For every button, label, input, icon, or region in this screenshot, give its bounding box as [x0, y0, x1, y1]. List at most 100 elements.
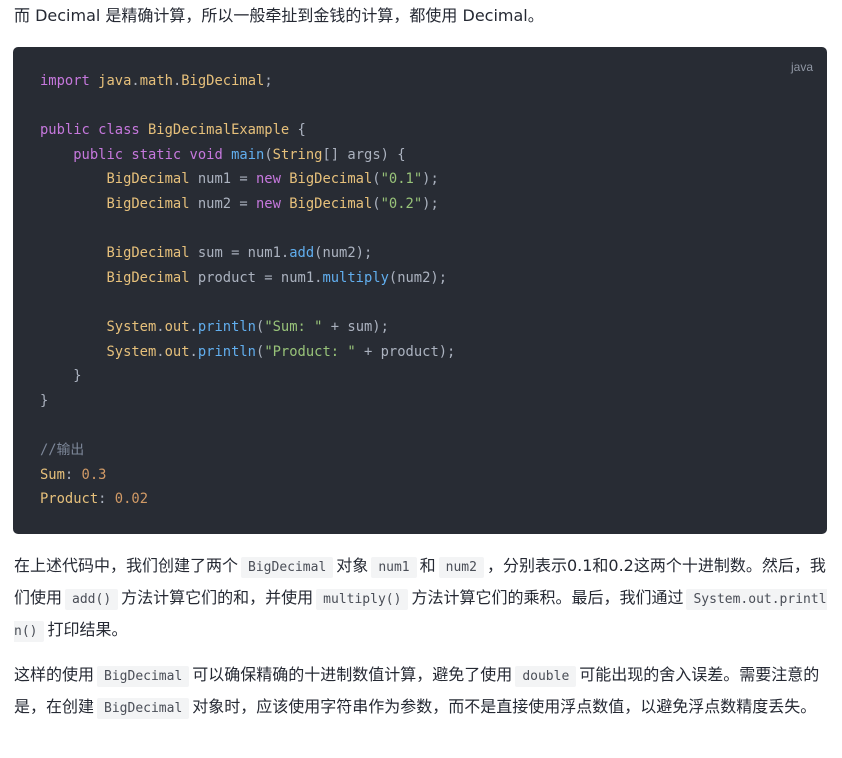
- code-line: BigDecimal product = num1.multiply(num2)…: [40, 266, 455, 291]
- code-token: :: [98, 491, 115, 508]
- code-line: import java.math.BigDecimal;: [40, 69, 455, 94]
- code-token: );: [422, 171, 439, 188]
- code-line: BigDecimal sum = num1.add(num2);: [40, 241, 455, 266]
- code-token: BigDecimal: [106, 171, 190, 188]
- code-token: println: [197, 343, 256, 360]
- code-token: math: [139, 73, 173, 89]
- code-token: .: [131, 73, 140, 89]
- code-token: import: [40, 73, 99, 89]
- explanation-paragraph-2: 这样的使用 BigDecimal 可以确保精确的十进制数值计算，避免了使用 doubl…: [14, 660, 828, 724]
- inline-code: num1: [371, 557, 417, 578]
- code-token: (num2);: [314, 245, 373, 262]
- code-line: public static void main(String[] args) {: [40, 143, 455, 168]
- code-token: java: [98, 73, 132, 89]
- inline-code: add(): [65, 589, 119, 610]
- code-token: .: [156, 343, 165, 360]
- code-token: BigDecimal: [106, 269, 190, 286]
- code-token: "Sum: ": [264, 318, 323, 335]
- code-token: out: [164, 318, 190, 335]
- code-token: ;: [264, 73, 273, 89]
- inline-code: double: [515, 666, 577, 687]
- code-token: BigDecimal: [181, 73, 265, 89]
- paragraph-text: 在上述代码中，我们创建了两个: [14, 556, 239, 575]
- code-token: new: [255, 171, 290, 188]
- code-token: public: [40, 122, 99, 139]
- code-token: main: [231, 146, 265, 163]
- code-token: .: [189, 343, 198, 360]
- code-token: .: [156, 318, 165, 335]
- code-line: }: [40, 389, 455, 414]
- intro-paragraph: 而 Decimal 是精确计算，所以一般牵扯到金钱的计算，都使用 Decimal…: [14, 6, 544, 25]
- code-line: public class BigDecimalExample {: [40, 118, 455, 143]
- code-token: + product);: [355, 343, 456, 360]
- code-token: sum = num1.: [189, 245, 290, 262]
- code-token: println: [197, 318, 256, 335]
- code-token: BigDecimal: [106, 195, 190, 212]
- inline-code: BigDecimal: [241, 557, 334, 578]
- code-line: BigDecimal num1 = new BigDecimal("0.1");: [40, 167, 455, 192]
- code-line: BigDecimal num2 = new BigDecimal("0.2");: [40, 192, 455, 217]
- code-token: "0.1": [380, 171, 423, 188]
- paragraph-text: 对象: [336, 556, 369, 575]
- code-token: num1 =: [189, 171, 256, 188]
- code-token: class: [98, 122, 148, 139]
- paragraph-text: 方法计算它们的和，并使用: [121, 588, 314, 607]
- code-line: System.out.println("Sum: " + sum);: [40, 315, 455, 340]
- code-token: public: [73, 146, 132, 163]
- code-token: static: [131, 146, 190, 163]
- code-token: }: [40, 368, 82, 385]
- article-page: 而 Decimal 是精确计算，所以一般牵扯到金钱的计算，都使用 Decimal…: [0, 0, 842, 758]
- code-token: BigDecimal: [289, 195, 373, 212]
- code-token: multiply: [322, 269, 389, 286]
- paragraph-text: 方法计算它们的乘积。最后，我们通过: [411, 588, 684, 607]
- code-token: 0.3: [81, 466, 107, 483]
- code-language-label: java: [790, 60, 813, 74]
- code-token: .: [172, 73, 182, 89]
- code-token: String: [272, 146, 323, 163]
- inline-code: BigDecimal: [97, 666, 190, 687]
- code-token: :: [64, 466, 82, 483]
- code-token: 0.02: [114, 491, 149, 508]
- code-token: "0.2": [380, 195, 423, 212]
- paragraph-text: 和: [419, 556, 436, 575]
- code-content[interactable]: import java.math.BigDecimal; public class…: [40, 69, 455, 512]
- code-token: (num2);: [388, 269, 448, 286]
- code-token: num2 =: [189, 195, 256, 212]
- code-block[interactable]: java import java.math.BigDecimal; public …: [13, 47, 827, 534]
- code-token: BigDecimal: [289, 171, 373, 188]
- explanation-paragraph-1: 在上述代码中，我们创建了两个 BigDecimal 对象 num1 和 num2 ，分别表示…: [14, 551, 828, 647]
- code-token: .: [189, 318, 198, 335]
- code-token: Sum: [40, 466, 65, 483]
- code-token: BigDecimal: [106, 245, 190, 262]
- paragraph-text: 这样的使用: [14, 665, 95, 684]
- code-line: Sum: 0.3: [40, 463, 455, 488]
- code-token: );: [422, 195, 439, 212]
- inline-code: num2: [438, 557, 484, 578]
- code-token: "Product: ": [264, 343, 356, 360]
- code-token: + sum);: [322, 318, 389, 335]
- code-token: out: [164, 343, 190, 360]
- code-token: void: [189, 146, 232, 163]
- code-line: Product: 0.02: [40, 487, 455, 512]
- paragraph-text: 对象时，应该使用字符串作为参数，而不是直接使用浮点数值，以避免浮点数精度丢失。: [192, 697, 817, 716]
- code-token: new: [255, 195, 290, 212]
- code-token: (: [372, 195, 381, 212]
- code-token: (: [372, 171, 381, 188]
- paragraph-text: 可以确保精确的十进制数值计算，避免了使用: [192, 665, 513, 684]
- code-token: BigDecimalExample: [148, 122, 290, 139]
- inline-code: multiply(): [316, 589, 409, 610]
- code-token: [] args) {: [322, 146, 406, 163]
- code-token: System: [106, 343, 157, 360]
- code-token: (: [264, 146, 273, 163]
